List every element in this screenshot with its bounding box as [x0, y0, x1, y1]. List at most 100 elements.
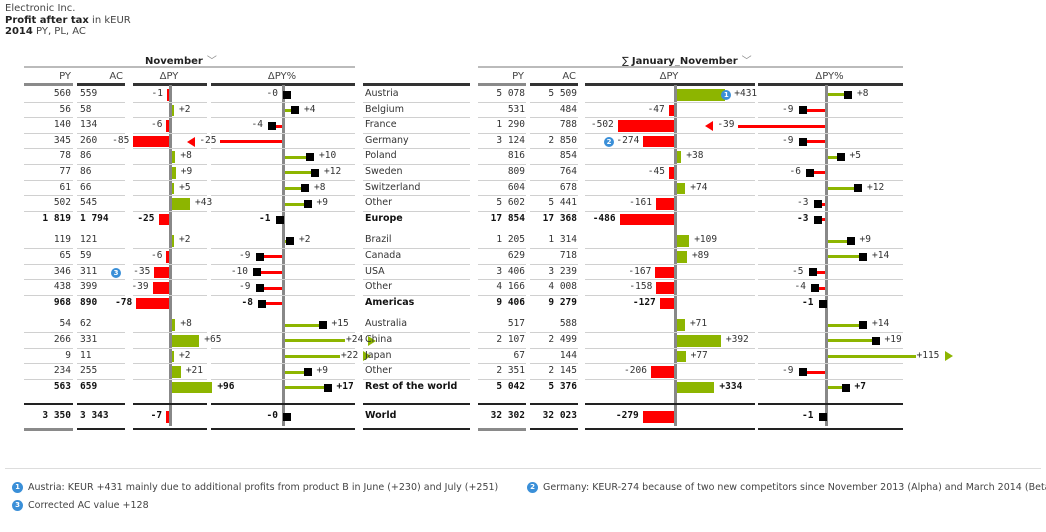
- row-separator: [758, 101, 903, 103]
- nov-dpyp-label: -9: [239, 250, 251, 261]
- nov-dpy-label: -25: [137, 212, 155, 224]
- note-text-2: Germany: KEUR-274 because of two new com…: [543, 482, 1046, 493]
- total-rule-bottom: [133, 428, 207, 430]
- nov-py-value: 968: [53, 296, 71, 308]
- nov-dpyp-label: +12: [324, 166, 342, 177]
- nov-dpyp-label: +15: [331, 318, 349, 330]
- nov-dpy-bar: [172, 381, 213, 394]
- nov-ac-value: 659: [80, 380, 98, 392]
- ytd-dpy-bar: [655, 266, 674, 279]
- nov-dpyp-marker: [255, 252, 264, 261]
- nov-dpy-label: -7: [150, 410, 163, 422]
- nov-dpy-label: +9: [180, 166, 193, 177]
- nov-dpyp-axis: [282, 85, 285, 426]
- row-separator: [24, 347, 73, 349]
- ytd-py-value: 1 205: [496, 234, 525, 246]
- row-separator: [133, 164, 207, 165]
- row-separator: [478, 179, 526, 181]
- nov-dpy-label: -6: [151, 250, 163, 261]
- row-separator: [758, 148, 903, 150]
- ytd-ac-value: 2 850: [548, 134, 577, 146]
- nov-py-header-bar: [24, 83, 73, 86]
- total-rule-bottom: [77, 428, 125, 430]
- ytd-dpyp-label: -3: [797, 212, 809, 224]
- total-rule-top: [758, 403, 903, 406]
- total-rule-top: [211, 403, 355, 406]
- ytd-dpyp-marker: [813, 215, 822, 224]
- note-badge-2[interactable]: 2: [604, 136, 614, 147]
- row-separator: [530, 279, 578, 281]
- ytd-dpyp-label: -9: [782, 103, 794, 115]
- row-separator: [363, 117, 470, 119]
- row-separator: [211, 363, 355, 365]
- nov-dpy-bar: [166, 120, 169, 132]
- note-badge-1[interactable]: 1: [721, 90, 732, 100]
- ytd-ac-value: 678: [559, 181, 577, 193]
- note-badge-2[interactable]: 2: [527, 482, 538, 493]
- section-title-november[interactable]: November ﹀: [145, 52, 217, 67]
- row-separator: [133, 101, 207, 103]
- nov-ac-header-bar: [77, 83, 125, 86]
- row-separator: [478, 378, 526, 380]
- nov-dpy-bar: [172, 366, 181, 378]
- note-badge-1[interactable]: 1: [12, 482, 23, 493]
- row-separator: [363, 294, 470, 296]
- row-separator: [478, 263, 526, 265]
- nov-dpyp-marker: [253, 268, 261, 277]
- ytd-py-value: 629: [507, 250, 525, 261]
- ytd-dpy-label: +392: [725, 334, 749, 345]
- row-separator: [758, 363, 903, 365]
- row-separator: [530, 132, 578, 134]
- row-name: Germany: [365, 134, 409, 146]
- row-separator: [530, 179, 578, 181]
- ytd-ac-value: 5 376: [548, 380, 577, 392]
- ytd-dpy-bar: [668, 167, 674, 179]
- nov-dpyp-label: -9: [239, 281, 251, 293]
- note-badge-3[interactable]: 3: [111, 267, 121, 278]
- note-badge-3[interactable]: 3: [12, 500, 23, 511]
- nov-ac-value: 255: [80, 365, 98, 377]
- nov-dpyp-marker: [303, 200, 312, 208]
- ytd-ac-value: 5 441: [548, 197, 577, 209]
- nov-dpy-bar: [172, 235, 174, 247]
- total-rule-bottom: [530, 428, 578, 430]
- ytd-dpyp-label: +8: [857, 88, 869, 99]
- ytd-dpy-label: +89: [691, 250, 710, 261]
- nov-py-value: 266: [53, 334, 71, 345]
- nov-dpyp-needle: [285, 323, 323, 327]
- ytd-dpyp-label: +14: [872, 318, 890, 330]
- row-separator: [585, 101, 755, 103]
- ytd-arrow-left-icon: [704, 121, 713, 131]
- row-separator: [585, 148, 755, 150]
- ytd-py-value: 1 290: [496, 119, 525, 131]
- ytd-ac-header-bar: [530, 83, 578, 86]
- ytd-dpy-bar: [650, 366, 674, 378]
- ytd-py-value: 3 124: [496, 134, 525, 146]
- row-separator: [24, 117, 73, 119]
- ytd-dpyp-label: -9: [782, 365, 794, 377]
- row-separator: [211, 210, 355, 212]
- nov-py-value: 1 819: [42, 212, 71, 224]
- nov-dpyp-marker: [283, 90, 291, 99]
- ytd-dpyp-label: +12: [867, 181, 885, 193]
- ytd-dpy-label: -167: [628, 265, 652, 277]
- row-separator: [363, 363, 470, 365]
- ytd-py-value: 517: [507, 318, 525, 330]
- ytd-dpy-bar: [677, 251, 687, 263]
- row-separator: [133, 248, 207, 249]
- row-separator: [530, 210, 578, 212]
- ytd-dpyp-marker: [798, 106, 807, 115]
- nov-py-value: 77: [59, 166, 71, 177]
- row-separator: [530, 294, 578, 296]
- nov-dpy-label: -39: [131, 281, 149, 293]
- section-title-ytd[interactable]: ∑ January_November ﹀: [622, 52, 752, 67]
- nov-dpyp-marker: [301, 184, 309, 193]
- ytd-dpy-label: -158: [629, 281, 653, 293]
- row-separator: [585, 378, 755, 380]
- nov-ac-value: 11: [80, 349, 92, 361]
- ytd-dpy-label: -161: [629, 197, 652, 209]
- ytd-dpyp-label: -39: [717, 119, 735, 131]
- row-separator: [363, 332, 470, 333]
- row-separator: [530, 101, 578, 103]
- row-separator: [133, 363, 207, 365]
